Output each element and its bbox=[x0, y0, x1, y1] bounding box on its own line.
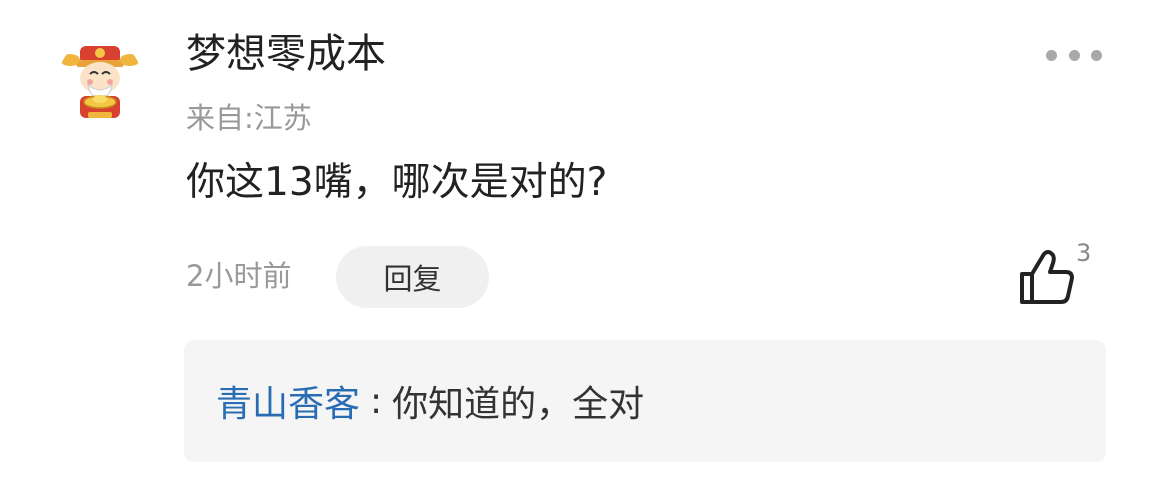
location-label: 来自:江苏 bbox=[186, 101, 312, 135]
timestamp: 2小时前 bbox=[186, 259, 292, 293]
like-button[interactable]: 3 bbox=[1010, 236, 1110, 312]
more-options-button[interactable] bbox=[1040, 40, 1108, 70]
username[interactable]: 梦想零成本 bbox=[186, 28, 386, 80]
comment-text: 你这13嘴，哪次是对的? bbox=[186, 160, 608, 205]
thumbs-up-icon bbox=[1020, 250, 1074, 304]
user-avatar[interactable] bbox=[58, 38, 142, 122]
reply-author[interactable]: 青山香客 bbox=[216, 375, 360, 427]
like-count: 3 bbox=[1076, 239, 1092, 267]
comment-card: 梦想零成本 来自:江苏 你这13嘴，哪次是对的? 2小时前 回复 3 青山香客 … bbox=[0, 0, 1152, 486]
reply-text: 你知道的，全对 bbox=[392, 384, 645, 425]
more-dots-icon bbox=[1091, 49, 1102, 61]
more-dots-icon bbox=[1046, 49, 1057, 61]
reply-button[interactable]: 回复 bbox=[336, 246, 489, 308]
reply-separator: : bbox=[370, 380, 383, 422]
more-dots-icon bbox=[1068, 49, 1080, 61]
god-of-wealth-avatar-icon bbox=[60, 46, 140, 118]
reply-preview[interactable]: 青山香客 : 你知道的，全对 bbox=[184, 340, 1106, 462]
